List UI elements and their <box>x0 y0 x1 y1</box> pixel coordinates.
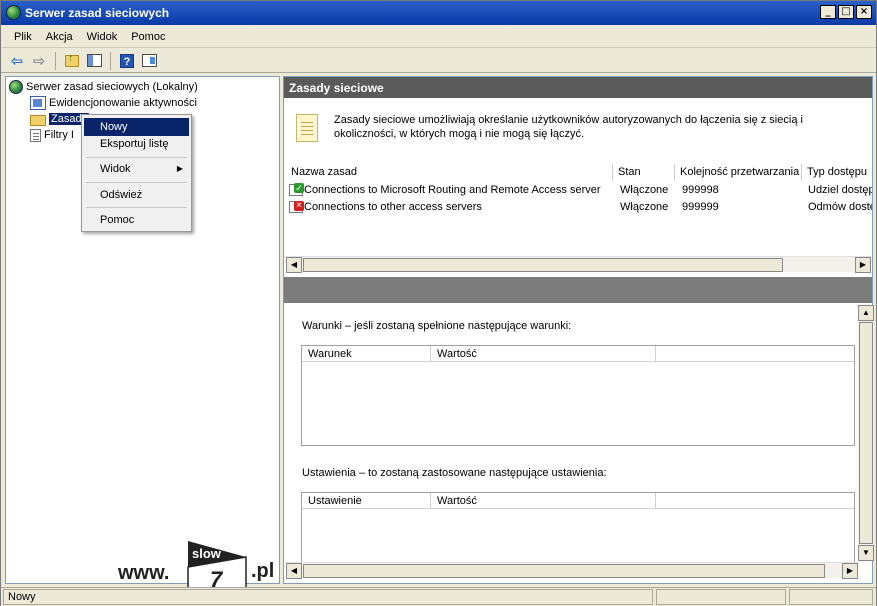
network-policy-server-icon <box>6 5 21 20</box>
policy-access: Udziel dostęp <box>808 184 872 196</box>
menu-bar: Plik Akcja Widok Pomoc <box>1 26 876 48</box>
show-action-pane-button[interactable] <box>139 51 159 71</box>
back-arrow-icon[interactable]: ⇦ <box>7 51 27 71</box>
policy-order: 999998 <box>682 184 719 196</box>
scrollbar-thumb[interactable] <box>303 258 783 272</box>
column-header-access-type[interactable]: Typ dostępu <box>802 164 872 181</box>
column-header-setting[interactable]: Ustawienie <box>302 493 431 509</box>
menu-action[interactable]: Akcja <box>39 31 80 43</box>
policy-order: 999999 <box>682 201 719 213</box>
deny-icon <box>289 201 304 214</box>
tree-item-label: Ewidencjonowanie aktywności <box>49 97 197 109</box>
scrollbar-thumb[interactable] <box>859 322 873 544</box>
status-bar: Nowy <box>1 587 876 606</box>
globe-icon <box>9 80 23 94</box>
scroll-down-icon[interactable]: ▼ <box>858 545 874 561</box>
tree-item-filters[interactable]: Filtry I <box>30 127 74 143</box>
menu-separator <box>86 157 187 158</box>
menu-separator <box>86 182 187 183</box>
status-panel <box>789 589 873 605</box>
accounting-icon <box>30 96 46 110</box>
details-horizontal-scrollbar[interactable]: ◀ ▶ <box>286 562 858 579</box>
details-vertical-scrollbar[interactable]: ▲ ▼ <box>858 305 874 561</box>
pane-header: Zasady sieciowe <box>284 77 872 98</box>
policy-name: Connections to other access servers <box>304 201 482 213</box>
action-pane-icon <box>141 54 157 67</box>
logo-top-text: slow <box>192 546 222 561</box>
context-menu: Nowy Eksportuj listę Widok ▶ Odśwież Pom… <box>81 114 192 232</box>
context-menu-refresh[interactable]: Odśwież <box>84 186 189 204</box>
title-bar[interactable]: Serwer zasad sieciowych _ □ × <box>1 1 876 25</box>
close-button[interactable]: × <box>856 5 872 19</box>
minimize-button[interactable]: _ <box>820 5 836 19</box>
scrollbar-thumb[interactable] <box>303 564 825 578</box>
policy-access: Odmów dostę <box>808 201 872 213</box>
app-window: Serwer zasad sieciowych _ □ × Plik Akcja… <box>0 0 877 606</box>
scroll-right-icon[interactable]: ▶ <box>855 257 871 273</box>
menu-separator <box>86 207 187 208</box>
policies-horizontal-scrollbar[interactable]: ◀ ▶ <box>286 256 871 273</box>
status-panel <box>656 589 786 605</box>
menu-view[interactable]: Widok <box>80 31 125 43</box>
settings-label: Ustawienia – to zostaną zastosowane nast… <box>302 467 607 479</box>
window-title: Serwer zasad sieciowych <box>25 6 170 20</box>
conditions-table: Warunek Wartość <box>301 345 855 446</box>
context-menu-export-list[interactable]: Eksportuj listę <box>84 135 189 153</box>
column-header-value[interactable]: Wartość <box>431 493 656 509</box>
submenu-arrow-icon: ▶ <box>176 164 183 173</box>
console-tree-icon <box>86 54 102 67</box>
table-header: Ustawienie Wartość <box>302 493 854 509</box>
help-icon: ? <box>120 53 134 68</box>
allow-icon <box>289 183 304 197</box>
watermark-suffix: .pl <box>251 560 275 582</box>
show-hide-tree-button[interactable] <box>84 51 104 71</box>
column-header-state[interactable]: Stan <box>613 164 675 181</box>
policy-state: Włączone <box>620 184 669 196</box>
toolbar-separator <box>55 51 56 70</box>
forward-arrow-icon[interactable]: ⇨ <box>29 51 49 71</box>
menu-help[interactable]: Pomoc <box>124 31 172 43</box>
table-header: Nazwa zasad Stan Kolejność przetwarzania… <box>286 164 872 181</box>
column-header-order[interactable]: Kolejność przetwarzania <box>675 164 802 181</box>
status-text: Nowy <box>3 589 653 605</box>
context-menu-new[interactable]: Nowy <box>84 118 189 136</box>
scroll-up-icon[interactable]: ▲ <box>858 305 874 321</box>
tree-root-label: Serwer zasad sieciowych (Lokalny) <box>26 81 198 93</box>
tree-item-label: Filtry I <box>44 129 74 141</box>
splitter-band[interactable] <box>284 277 872 303</box>
toolbar: ⇦ ⇨ ? <box>1 49 876 73</box>
table-row[interactable]: Connections to other access servers Włąc… <box>286 199 872 216</box>
details-pane: Zasady sieciowe Zasady sieciowe umożliwi… <box>283 76 874 584</box>
scroll-left-icon[interactable]: ◀ <box>286 563 302 579</box>
table-row[interactable]: Connections to Microsoft Routing and Rem… <box>286 182 872 199</box>
policy-name-cell: Connections to Microsoft Routing and Rem… <box>289 182 611 199</box>
policy-name-cell: Connections to other access servers <box>289 199 611 216</box>
folder-icon <box>30 114 46 126</box>
policy-name: Connections to Microsoft Routing and Rem… <box>304 184 601 196</box>
column-header-condition[interactable]: Warunek <box>302 346 431 362</box>
policy-state: Włączone <box>620 201 669 213</box>
document-icon <box>30 128 41 142</box>
pane-description: Zasady sieciowe umożliwiają określanie u… <box>334 114 803 140</box>
conditions-label: Warunki – jeśli zostaną spełnione następ… <box>302 320 572 332</box>
folder-up-icon <box>65 52 79 67</box>
help-button[interactable]: ? <box>117 51 137 71</box>
context-menu-view[interactable]: Widok ▶ <box>84 160 189 178</box>
toolbar-separator <box>110 51 111 70</box>
settings-table: Ustawienie Wartość <box>301 492 855 567</box>
up-one-level-button[interactable] <box>62 51 82 71</box>
column-header-policy-name[interactable]: Nazwa zasad <box>286 164 613 181</box>
scroll-left-icon[interactable]: ◀ <box>286 257 302 273</box>
table-header: Warunek Wartość <box>302 346 854 362</box>
context-menu-help[interactable]: Pomoc <box>84 211 189 229</box>
scroll-right-icon[interactable]: ▶ <box>842 563 858 579</box>
column-header-value[interactable]: Wartość <box>431 346 656 362</box>
menu-file[interactable]: Plik <box>7 31 39 43</box>
watermark-prefix: www. <box>118 562 170 584</box>
notepad-icon <box>296 114 318 142</box>
maximize-button[interactable]: □ <box>838 5 854 19</box>
tree-root[interactable]: Serwer zasad sieciowych (Lokalny) <box>9 79 198 95</box>
context-menu-view-label: Widok <box>100 163 131 175</box>
tree-item-accounting[interactable]: Ewidencjonowanie aktywności <box>30 95 197 111</box>
